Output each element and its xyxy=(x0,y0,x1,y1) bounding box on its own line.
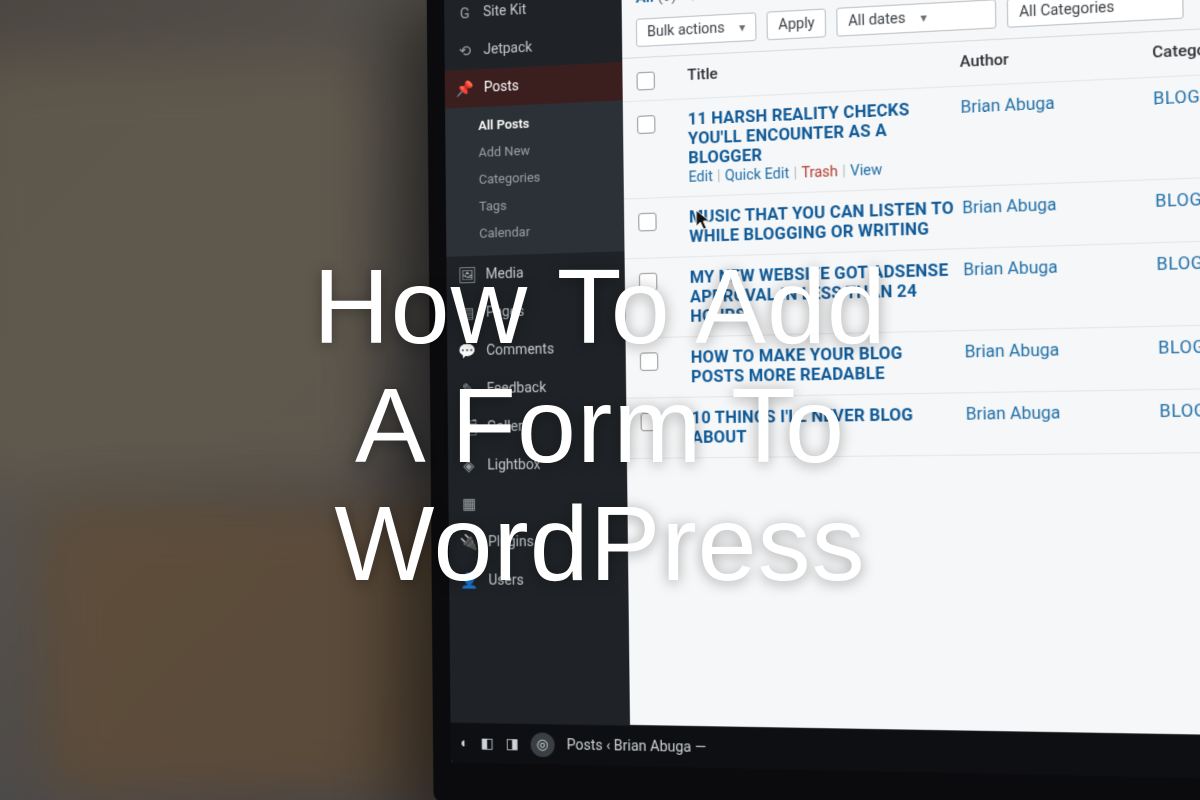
post-title-link[interactable]: 10 THINGS I'LL NEVER BLOG ABOUT xyxy=(691,404,959,447)
post-title-link[interactable]: MUSIC THAT YOU CAN LISTEN TO WHILE BLOGG… xyxy=(689,198,956,246)
dates-select[interactable]: All dates ▾ xyxy=(836,0,996,37)
sidebar-item-unknown[interactable]: ▦ xyxy=(448,484,627,524)
lightbox-icon: ◈ xyxy=(460,457,478,475)
filter-label: All xyxy=(636,0,654,7)
feedback-icon: ✎ xyxy=(459,380,477,398)
apply-button[interactable]: Apply xyxy=(767,8,827,40)
cell-title: 11 HARSH REALITY CHECKS YOU'LL ENCOUNTER… xyxy=(688,97,956,185)
screen: G Site Kit ⟲ Jetpack 📌 Posts All Posts A… xyxy=(444,0,1200,782)
sidebar-submenu-posts: All Posts Add New Categories Tags Calend… xyxy=(445,100,624,256)
select-value: All Categories xyxy=(1019,0,1115,21)
cell-categories[interactable]: BLOGGING xyxy=(1153,80,1200,109)
gallery-icon: 🗂 xyxy=(460,418,478,436)
sidebar-item-feedback[interactable]: ✎ Feedback xyxy=(447,367,626,409)
filter-all[interactable]: All (9) xyxy=(636,0,677,7)
browser-icon[interactable]: ◎ xyxy=(530,732,554,757)
action-quick-edit[interactable]: Quick Edit xyxy=(725,166,790,185)
sidebar-item-label: Site Kit xyxy=(483,2,526,20)
pages-icon: ▤ xyxy=(458,304,476,322)
row-checkbox[interactable] xyxy=(640,352,658,371)
sidebar-item-gallery[interactable]: 🗂 Gallery xyxy=(448,406,627,447)
cell-author[interactable]: Brian Abuga xyxy=(963,254,1150,279)
laptop-frame: G Site Kit ⟲ Jetpack 📌 Posts All Posts A… xyxy=(426,0,1200,800)
chevron-down-icon: ▾ xyxy=(739,20,745,35)
posts-table: Title Author Categories 11 HARSH REALITY… xyxy=(622,20,1200,459)
sidebar-item-label: Jetpack xyxy=(483,40,532,59)
cell-categories[interactable]: BLOGGING xyxy=(1156,248,1200,274)
sidebar-item-media[interactable]: 🖼 Media xyxy=(446,251,625,294)
table-body: 11 HARSH REALITY CHECKS YOU'LL ENCOUNTER… xyxy=(623,68,1200,459)
table-row: 10 THINGS I'LL NEVER BLOG ABOUT Brian Abu… xyxy=(626,387,1200,459)
sidebar-item-label: Lightbox xyxy=(487,457,540,474)
post-title-link[interactable]: 11 HARSH REALITY CHECKS YOU'LL ENCOUNTER… xyxy=(688,97,955,167)
cell-categories[interactable]: BLOGGING xyxy=(1158,333,1200,358)
sidebar-item-users[interactable]: 👤 Users xyxy=(449,561,629,600)
post-title-link[interactable]: HOW TO MAKE YOUR BLOG POSTS MORE READABL… xyxy=(691,342,959,387)
cell-title: HOW TO MAKE YOUR BLOG POSTS MORE READABL… xyxy=(691,342,959,387)
action-trash[interactable]: Trash xyxy=(801,164,838,182)
sidebar-sub-calendar[interactable]: Calendar xyxy=(446,216,624,249)
post-title-link[interactable]: MY NEW WEBSITE GOT ADSENSE APPROVAL IN L… xyxy=(690,260,958,326)
sidebar-item-pages[interactable]: ▤ Pages xyxy=(447,290,626,333)
cell-title: 10 THINGS I'LL NEVER BLOG ABOUT xyxy=(691,404,959,447)
start-icon[interactable]: ◐ xyxy=(460,734,468,751)
pin-icon: 📌 xyxy=(456,79,474,98)
bulk-actions-select[interactable]: Bulk actions ▾ xyxy=(636,12,757,47)
jetpack-icon: ⟲ xyxy=(456,42,474,61)
taskbar-icon[interactable]: ◨ xyxy=(505,735,518,752)
sidebar-item-label: Feedback xyxy=(487,380,547,397)
sidebar-item-comments[interactable]: 💬 Comments xyxy=(447,329,626,371)
col-title[interactable]: Title xyxy=(687,53,953,85)
sidebar-item-label: Plugins xyxy=(488,534,534,550)
media-icon: 🖼 xyxy=(458,266,476,285)
select-value: All dates xyxy=(848,10,905,30)
cell-author[interactable]: Brian Abuga xyxy=(962,191,1149,218)
taskbar-icon[interactable]: ◧ xyxy=(481,735,494,752)
users-icon: 👤 xyxy=(461,571,479,589)
stage: G Site Kit ⟲ Jetpack 📌 Posts All Posts A… xyxy=(0,0,1200,800)
cell-categories[interactable]: BLOGGING xyxy=(1159,398,1200,421)
action-view[interactable]: View xyxy=(850,162,882,180)
action-edit[interactable]: Edit xyxy=(688,169,712,186)
cell-author[interactable]: Brian Abuga xyxy=(960,89,1146,117)
cell-author[interactable]: Brian Abuga xyxy=(966,401,1153,424)
sidebar-item-label: Gallery xyxy=(487,419,529,436)
sidebar-item-label: Pages xyxy=(486,304,524,321)
col-categories[interactable]: Categories xyxy=(1152,33,1200,62)
filter-count: (9) xyxy=(657,0,676,6)
sidebar-item-lightbox[interactable]: ◈ Lightbox xyxy=(448,445,627,485)
col-author[interactable]: Author xyxy=(960,43,1146,71)
cell-title: MY NEW WEBSITE GOT ADSENSE APPROVAL IN L… xyxy=(690,260,958,326)
wp-admin-sidebar: G Site Kit ⟲ Jetpack 📌 Posts All Posts A… xyxy=(444,0,630,766)
cell-categories[interactable]: BLOGGING, FUN xyxy=(1155,184,1200,211)
taskbar-title[interactable]: Posts ‹ Brian Abuga — xyxy=(566,737,706,756)
categories-select[interactable]: All Categories xyxy=(1007,0,1184,28)
comments-icon: 💬 xyxy=(459,342,477,360)
sitekit-icon: G xyxy=(456,4,474,23)
grid-icon: ▦ xyxy=(460,495,478,513)
chevron-down-icon: ▾ xyxy=(920,10,927,25)
select-all-checkbox[interactable] xyxy=(637,71,655,90)
row-checkbox[interactable] xyxy=(639,273,657,292)
cell-title: MUSIC THAT YOU CAN LISTEN TO WHILE BLOGG… xyxy=(689,198,956,246)
row-checkbox[interactable] xyxy=(641,413,660,432)
cell-author[interactable]: Brian Abuga xyxy=(965,338,1152,362)
wp-main: All (9) | Published (9) | Trash (2) xyxy=(621,0,1200,782)
sidebar-item-label: Comments xyxy=(486,341,554,359)
row-checkbox[interactable] xyxy=(638,213,656,232)
select-value: Bulk actions xyxy=(647,20,725,40)
sidebar-item-plugins[interactable]: 🔌 Plugins xyxy=(449,522,628,561)
filter-published[interactable]: Published (9) xyxy=(709,0,800,3)
filter-label: Published xyxy=(709,0,777,3)
separator: | xyxy=(691,0,695,4)
sidebar-item-label: Media xyxy=(486,265,524,282)
sidebar-item-label: Users xyxy=(488,572,523,588)
sidebar-item-label: Posts xyxy=(484,78,519,96)
plugins-icon: 🔌 xyxy=(461,533,479,551)
row-checkbox[interactable] xyxy=(637,115,655,134)
